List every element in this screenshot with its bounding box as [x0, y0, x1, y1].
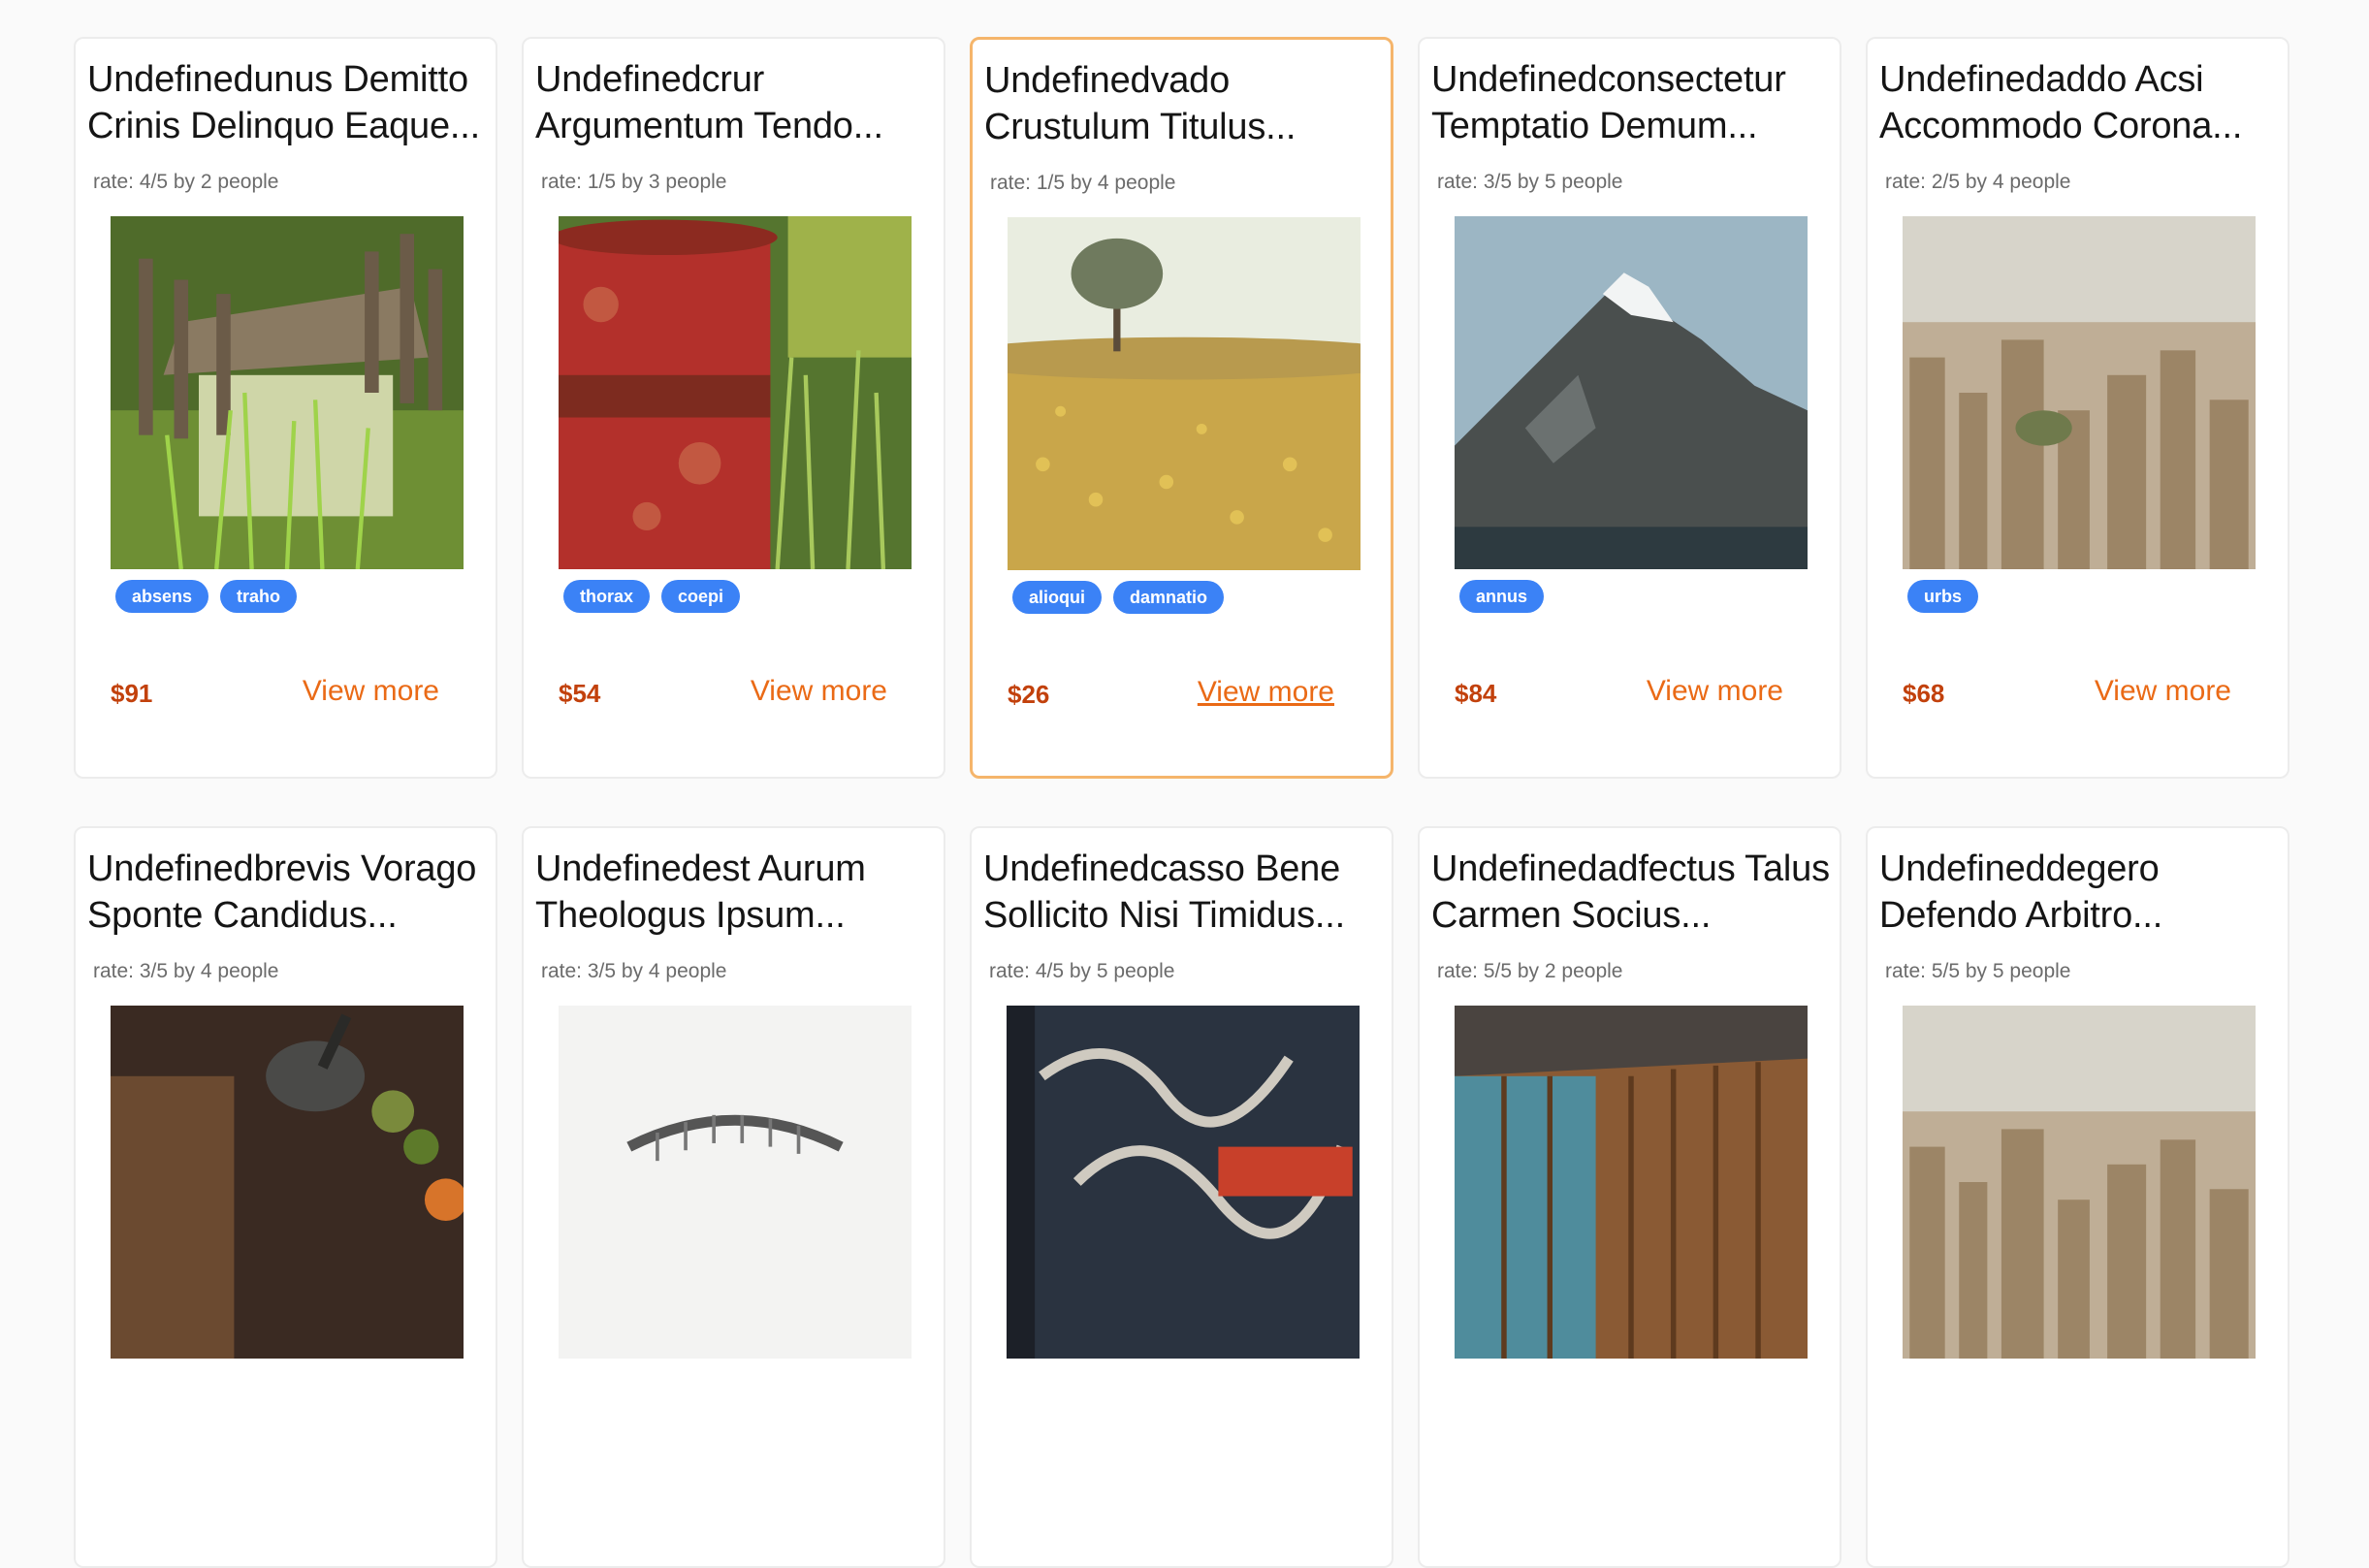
product-card: Undefinedconsectetur Temptatio Demum... … [1418, 37, 1841, 779]
tag-badge[interactable]: coepi [661, 580, 741, 613]
product-rating: rate: 1/5 by 3 people [541, 171, 727, 193]
product-image[interactable] [1455, 1006, 1808, 1359]
tag-list: thorax coepi [563, 580, 741, 613]
product-title: Undefinedunus Demitto Crinis Delinquo Ea… [87, 59, 480, 146]
product-image[interactable] [1903, 216, 2256, 569]
product-card: Undefinedest Aurum Theologus Ipsum... ra… [522, 826, 945, 1568]
view-more-link[interactable]: View more [1647, 675, 1783, 708]
product-title: Undefinedconsectetur Temptatio Demum... [1431, 59, 1786, 146]
product-title: Undefinedcasso Bene Sollicito Nisi Timid… [983, 848, 1345, 936]
product-rating: rate: 3/5 by 4 people [541, 960, 727, 982]
product-card: Undefinedvado Crustulum Titulus... rate:… [970, 37, 1393, 779]
product-rating: rate: 5/5 by 2 people [1437, 960, 1623, 982]
product-card: Undefinedadfectus Talus Carmen Socius...… [1418, 826, 1841, 1568]
tag-list: annus [1459, 580, 1545, 613]
tag-list: urbs [1907, 580, 1979, 613]
view-more-link[interactable]: View more [303, 675, 439, 708]
product-card: Undefinedunus Demitto Crinis Delinquo Ea… [74, 37, 497, 779]
tag-list: absens traho [115, 580, 298, 613]
tag-list: alioqui damnatio [1012, 581, 1225, 614]
product-price: $84 [1455, 679, 1497, 708]
view-more-link[interactable]: View more [2095, 675, 2231, 708]
tag-badge[interactable]: thorax [563, 580, 651, 613]
product-title: Undefinedbrevis Vorago Sponte Candidus..… [87, 848, 477, 936]
product-grid: Undefinedunus Demitto Crinis Delinquo Ea… [74, 37, 2289, 1568]
product-rating: rate: 3/5 by 5 people [1437, 171, 1623, 193]
product-card: Undefinedcrur Argumentum Tendo... rate: … [522, 37, 945, 779]
tag-badge[interactable]: absens [115, 580, 209, 613]
tag-badge[interactable]: annus [1459, 580, 1545, 613]
product-title: Undefinedvado Crustulum Titulus... [984, 60, 1297, 147]
tag-badge[interactable]: urbs [1907, 580, 1979, 613]
product-image[interactable] [111, 1006, 464, 1359]
product-price: $68 [1903, 679, 1945, 708]
product-rating: rate: 1/5 by 4 people [990, 172, 1176, 194]
product-image[interactable] [559, 1006, 912, 1359]
product-card: Undefinedcasso Bene Sollicito Nisi Timid… [970, 826, 1393, 1568]
product-image[interactable] [111, 216, 464, 569]
product-rating: rate: 5/5 by 5 people [1885, 960, 2071, 982]
product-price: $54 [559, 679, 601, 708]
product-price: $26 [1008, 680, 1050, 709]
product-title: Undefinedest Aurum Theologus Ipsum... [535, 848, 866, 936]
product-image[interactable] [559, 216, 912, 569]
view-more-link[interactable]: View more [751, 675, 887, 708]
product-card: Undefinedbrevis Vorago Sponte Candidus..… [74, 826, 497, 1568]
product-rating: rate: 4/5 by 5 people [989, 960, 1175, 982]
product-image[interactable] [1903, 1006, 2256, 1359]
product-rating: rate: 4/5 by 2 people [93, 171, 279, 193]
tag-badge[interactable]: traho [220, 580, 298, 613]
tag-badge[interactable]: damnatio [1113, 581, 1225, 614]
product-image[interactable] [1008, 217, 1361, 570]
product-title: Undefineddegero Defendo Arbitro... [1879, 848, 2163, 936]
product-price: $91 [111, 679, 153, 708]
product-rating: rate: 2/5 by 4 people [1885, 171, 2071, 193]
view-more-link[interactable]: View more [1198, 676, 1334, 709]
tag-badge[interactable]: alioqui [1012, 581, 1102, 614]
product-card: Undefineddegero Defendo Arbitro... rate:… [1866, 826, 2289, 1568]
product-image[interactable] [1455, 216, 1808, 569]
product-card: Undefinedaddo Acsi Accommodo Corona... r… [1866, 37, 2289, 779]
product-title: Undefinedcrur Argumentum Tendo... [535, 59, 883, 146]
product-image[interactable] [1007, 1006, 1360, 1359]
product-title: Undefinedaddo Acsi Accommodo Corona... [1879, 59, 2243, 146]
product-title: Undefinedadfectus Talus Carmen Socius... [1431, 848, 1830, 936]
product-rating: rate: 3/5 by 4 people [93, 960, 279, 982]
